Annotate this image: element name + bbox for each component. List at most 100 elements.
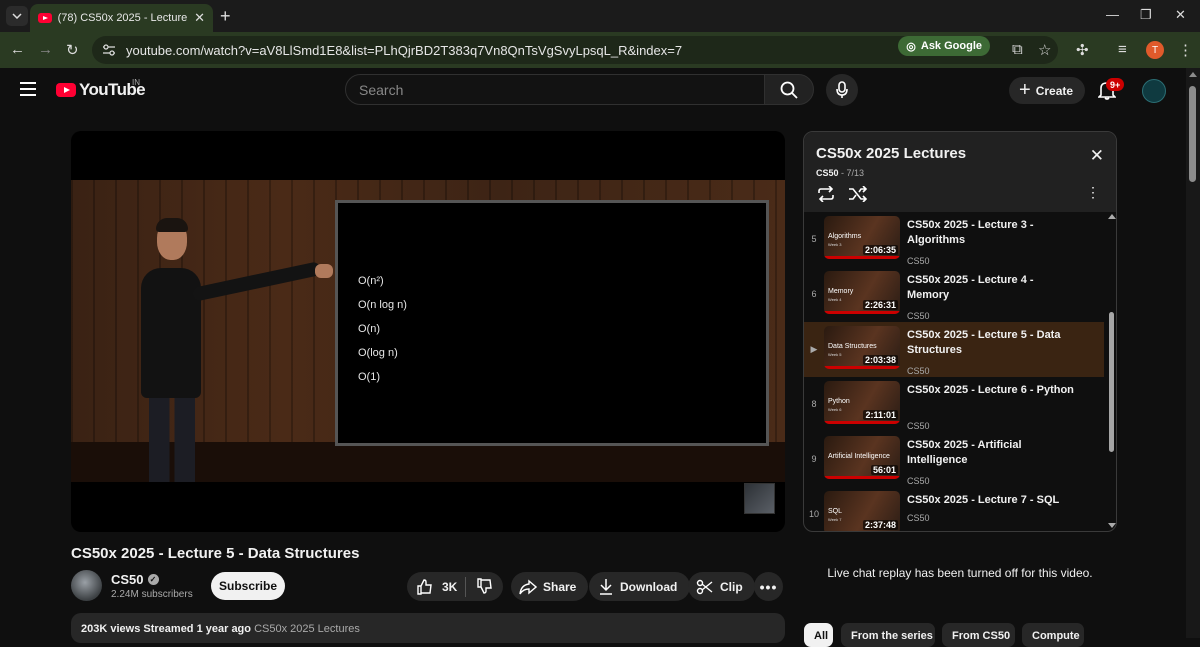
new-tab-icon[interactable]: +	[220, 6, 231, 27]
playlist-more-icon[interactable]: ⋮	[1086, 184, 1100, 201]
ask-google-button[interactable]: ◎ Ask Google	[898, 36, 990, 56]
live-chat-disabled-message: Live chat replay has been turned off for…	[827, 566, 1093, 580]
playlist-item-title[interactable]: CS50x 2025 - Artificial Intelligence	[907, 438, 1077, 468]
more-actions-icon[interactable]: •••	[754, 572, 783, 601]
download-button[interactable]: Download	[589, 572, 691, 601]
thumbnail-label: Memory Week 4	[828, 288, 854, 302]
video-player[interactable]: O(n²) O(n log n) O(n) O(log n) O(1)	[71, 131, 785, 532]
tab-title: (78) CS50x 2025 - Lecture 5 - D	[57, 12, 188, 24]
browser-profile-avatar[interactable]: T	[1146, 41, 1164, 59]
playlist-item-title[interactable]: CS50x 2025 - Lecture 7 - SQL	[907, 493, 1077, 508]
hamburger-menu-icon[interactable]	[20, 82, 36, 100]
slide-line: O(1)	[358, 371, 380, 383]
playlist-title[interactable]: CS50x 2025 Lectures	[816, 145, 966, 162]
channel-name-link[interactable]: CS50 ✓	[111, 572, 159, 587]
minimize-icon[interactable]: —	[1106, 7, 1119, 22]
playlist-item-thumbnail[interactable]: Artificial Intelligence 56:01	[824, 436, 900, 479]
forward-arrow-icon[interactable]: →	[38, 41, 53, 58]
playlist-item-title[interactable]: CS50x 2025 - Lecture 3 - Algorithms	[907, 218, 1077, 248]
playlist-item-index: 8	[811, 399, 817, 409]
tab-close-icon[interactable]: ✕	[194, 10, 205, 26]
playlist-item-title[interactable]: CS50x 2025 - Lecture 4 - Memory	[907, 273, 1077, 303]
playlist-item[interactable]: 8 Python Week 6 2:11:01 CS50x 2025 - Lecture…	[804, 377, 1104, 432]
watch-progress-bar	[824, 531, 900, 532]
playlist-close-icon[interactable]: ✕	[1090, 146, 1104, 166]
playlist-item-title[interactable]: CS50x 2025 - Lecture 5 - Data Structures	[907, 328, 1077, 358]
lens-icon: ◎	[906, 40, 916, 53]
playlist-item[interactable]: 9 Artificial Intelligence 56:01 CS50x 2025 …	[804, 432, 1104, 487]
tab-search-button[interactable]	[6, 6, 28, 26]
thumbs-down-icon	[477, 578, 493, 594]
playlist-item-index: 9	[811, 454, 817, 464]
thumbnail-label: Python Week 6	[828, 398, 850, 412]
playlist-item-title[interactable]: CS50x 2025 - Lecture 6 - Python	[907, 383, 1077, 398]
slide-line: O(log n)	[358, 347, 398, 359]
playlist-item-channel: CS50	[907, 311, 930, 321]
extensions-icon[interactable]: ✣	[1076, 41, 1089, 59]
playlist-scroll-up-icon[interactable]	[1108, 214, 1116, 219]
playlist-scrollbar[interactable]	[1107, 212, 1116, 530]
site-info-icon[interactable]	[102, 44, 116, 56]
playlist-item[interactable]: 5 Algorithms Week 3 2:06:35 CS50x 2025 - Lec…	[804, 212, 1104, 267]
download-icon	[600, 579, 612, 595]
playlist-item-thumbnail[interactable]: SQL Week 7 2:37:48	[824, 491, 900, 532]
playlist-item[interactable]: 10 SQL Week 7 2:37:48 CS50x 2025 - Lecture 7…	[804, 487, 1104, 532]
chip-from-cs50[interactable]: From CS50	[942, 623, 1015, 647]
reload-icon[interactable]: ↻	[66, 41, 79, 59]
scrollbar-thumb[interactable]	[1189, 86, 1196, 182]
search-input[interactable]	[359, 81, 739, 98]
chip-all[interactable]: All	[804, 623, 833, 647]
scissors-icon	[696, 579, 713, 594]
playlist-item-thumbnail[interactable]: Memory Week 4 2:26:31	[824, 271, 900, 314]
dislike-button[interactable]	[476, 578, 493, 595]
loop-playlist-icon[interactable]	[816, 186, 836, 202]
channel-avatar[interactable]	[71, 570, 102, 601]
window-close-icon[interactable]: ✕	[1175, 7, 1186, 23]
create-button[interactable]: + Create	[1009, 77, 1086, 104]
voice-search-button[interactable]	[826, 74, 858, 106]
clip-button[interactable]: Clip	[688, 572, 755, 601]
share-button[interactable]: Share	[511, 572, 589, 601]
subscribe-button[interactable]: Subscribe	[211, 572, 285, 600]
region-code: IN	[132, 78, 140, 87]
view-count: 203K views	[81, 623, 141, 635]
playlist-item[interactable]: 6 Memory Week 4 2:26:31 CS50x 2025 - Lecture…	[804, 267, 1104, 322]
search-button[interactable]	[764, 74, 814, 105]
back-arrow-icon[interactable]: ←	[10, 41, 25, 58]
browser-tab-active[interactable]: (78) CS50x 2025 - Lecture 5 - D ✕	[30, 4, 213, 32]
like-button[interactable]: 3K	[416, 578, 457, 595]
duration-badge: 2:06:35	[862, 245, 898, 255]
thumbs-up-icon	[417, 579, 432, 595]
bookmark-star-icon[interactable]: ☆	[1038, 41, 1051, 59]
playlist-scroll-thumb[interactable]	[1109, 312, 1114, 452]
chip-computer[interactable]: Compute	[1022, 623, 1084, 647]
playlist-scroll-down-icon[interactable]	[1108, 523, 1116, 528]
playlist-item-thumbnail[interactable]: Python Week 6 2:11:01	[824, 381, 900, 424]
browser-menu-icon[interactable]: ⋮	[1178, 41, 1193, 59]
description-box[interactable]: 203K views Streamed 1 year ago CS50x 202…	[71, 613, 785, 643]
restore-icon[interactable]: ❐	[1140, 7, 1152, 23]
duration-badge: 2:03:38	[862, 355, 898, 365]
channel-watermark[interactable]	[744, 483, 775, 514]
account-avatar[interactable]	[1142, 79, 1166, 103]
shuffle-playlist-icon[interactable]	[848, 186, 868, 202]
reading-list-icon[interactable]: ≡	[1118, 41, 1127, 58]
duration-badge: 2:11:01	[863, 410, 898, 420]
playlist-item-thumbnail[interactable]: Data Structures Week 5 2:03:38	[824, 326, 900, 369]
playlist-item-thumbnail[interactable]: Algorithms Week 3 2:06:35	[824, 216, 900, 259]
playlist-item[interactable]: ▶ Data Structures Week 5 2:03:38 CS50x 2025 …	[804, 322, 1104, 377]
install-app-icon[interactable]: ⧉	[1012, 41, 1023, 58]
channel-name: CS50	[111, 572, 144, 587]
scroll-up-arrow-icon[interactable]	[1189, 72, 1197, 77]
page-scrollbar[interactable]	[1186, 68, 1200, 638]
playlist-item-channel: CS50	[907, 366, 930, 376]
chip-from-the-series[interactable]: From the series	[841, 623, 935, 647]
playlist-link[interactable]: CS50x 2025 Lectures	[254, 623, 360, 635]
clip-label: Clip	[720, 579, 743, 594]
youtube-play-logo-icon	[56, 83, 76, 97]
thumbnail-label: SQL Week 7	[828, 508, 843, 522]
watch-progress-bar	[824, 366, 900, 369]
playlist-channel[interactable]: CS50	[816, 168, 839, 178]
share-icon	[519, 578, 537, 595]
lecture-slide: O(n²) O(n log n) O(n) O(log n) O(1)	[335, 200, 769, 446]
